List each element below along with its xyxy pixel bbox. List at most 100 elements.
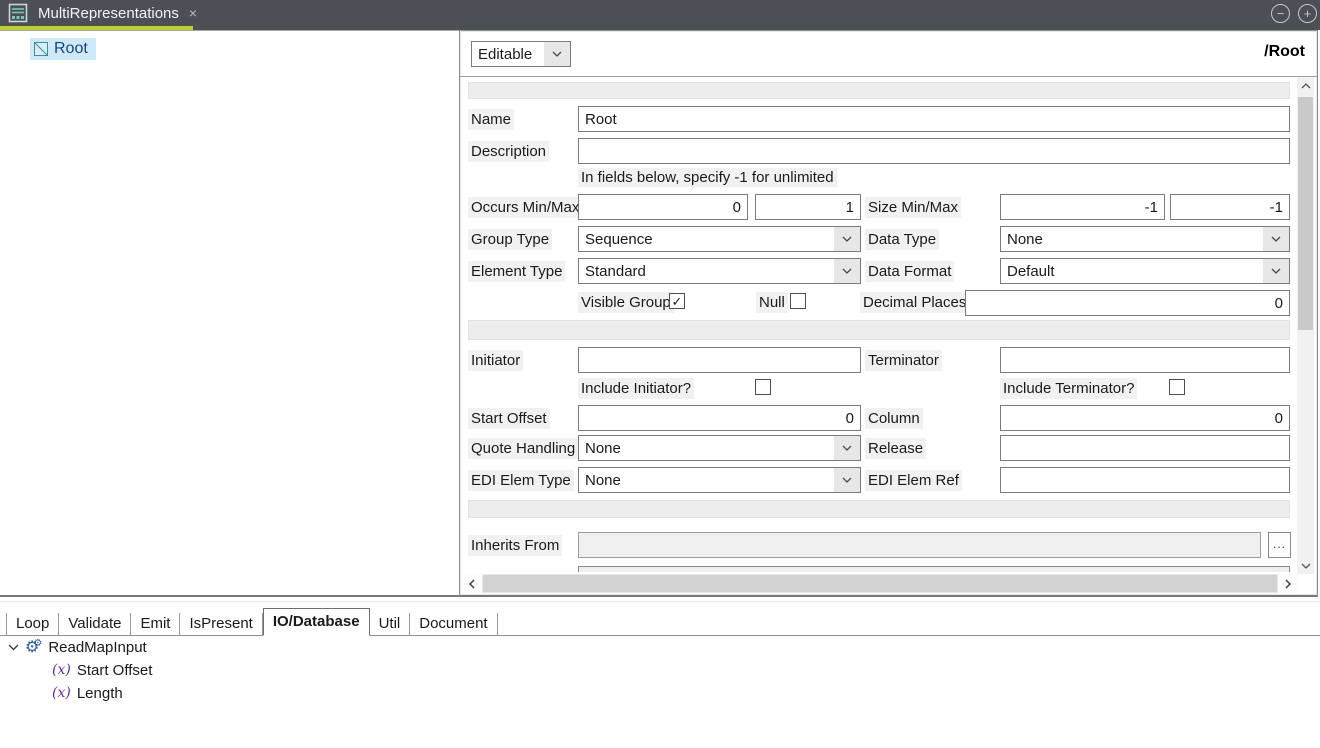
document-tab[interactable]: MultiRepresentations × [0, 0, 200, 26]
include-initiator-label: Include Initiator? [578, 378, 694, 399]
vertical-scrollbar[interactable] [1297, 77, 1314, 574]
vertical-scroll-thumb[interactable] [1298, 97, 1313, 330]
initiator-input[interactable] [578, 347, 861, 373]
inherits-from-browse-button[interactable]: ... [1268, 532, 1291, 558]
inherits-from-label: Inherits From [468, 535, 562, 556]
tab-io-database[interactable]: IO/Database [263, 608, 370, 636]
properties-form: Name Description In fields below, specif… [460, 77, 1317, 595]
release-input[interactable] [1000, 435, 1290, 461]
edi-elem-type-select[interactable]: None [578, 467, 861, 493]
chevron-down-icon [834, 259, 860, 283]
parameter-icon: (x) [52, 662, 71, 678]
release-label: Release [865, 438, 926, 459]
tab-util[interactable]: Util [370, 613, 411, 635]
column-label: Column [865, 408, 923, 429]
size-label: Size Min/Max [865, 197, 961, 218]
tree-item-root[interactable]: Root [30, 38, 96, 60]
terminator-input[interactable] [1000, 347, 1290, 373]
null-checkbox[interactable] [790, 293, 806, 309]
tree-item-label: Start Offset [77, 662, 153, 679]
edi-elem-ref-input[interactable] [1000, 467, 1290, 493]
element-type-label: Element Type [468, 261, 565, 282]
data-type-label: Data Type [865, 229, 939, 250]
chevron-down-icon [834, 227, 860, 251]
decimal-places-input[interactable] [965, 290, 1290, 316]
zoom-out-button[interactable]: − [1271, 4, 1290, 23]
scroll-left-icon[interactable] [462, 574, 482, 593]
inherits-from-input [578, 532, 1261, 558]
tab-loop[interactable]: Loop [6, 613, 59, 635]
size-min-input[interactable] [1000, 194, 1165, 220]
group-node-icon [34, 42, 48, 56]
visible-group-label: Visible Group [578, 292, 674, 313]
element-type-select[interactable]: Standard [578, 258, 861, 284]
start-offset-label: Start Offset [468, 408, 550, 429]
size-max-input[interactable] [1170, 194, 1290, 220]
tree-item-readmapinput[interactable]: ⚙⚙ ReadMapInput [8, 637, 147, 657]
edit-mode-select[interactable]: Editable [471, 41, 571, 67]
edi-elem-type-label: EDI Elem Type [468, 470, 574, 491]
data-format-select[interactable]: Default [1000, 258, 1290, 284]
document-tab-title: MultiRepresentations [38, 5, 179, 22]
section-separator [468, 320, 1290, 340]
column-input[interactable] [1000, 405, 1290, 431]
quote-handling-select[interactable]: None [578, 435, 861, 461]
close-icon[interactable]: × [189, 6, 197, 20]
gears-icon: ⚙⚙ [25, 637, 42, 657]
group-type-select[interactable]: Sequence [578, 226, 861, 252]
data-format-label: Data Format [865, 261, 954, 282]
tree-item-label: ReadMapInput [48, 639, 146, 656]
start-offset-input[interactable] [578, 405, 861, 431]
chevron-down-icon [1263, 259, 1289, 283]
scroll-up-icon[interactable] [1297, 77, 1314, 94]
tab-validate[interactable]: Validate [59, 613, 131, 635]
include-terminator-label: Include Terminator? [1000, 378, 1137, 399]
group-type-label: Group Type [468, 229, 552, 250]
horizontal-scroll-thumb[interactable] [483, 575, 1277, 592]
tab-emit[interactable]: Emit [131, 613, 180, 635]
horizontal-scrollbar[interactable] [462, 574, 1298, 593]
include-initiator-checkbox[interactable] [755, 379, 771, 395]
chevron-down-icon [834, 436, 860, 460]
panel-splitter [0, 601, 1320, 602]
check-icon: ✓ [672, 295, 683, 308]
document-tab-bar: MultiRepresentations × − + [0, 0, 1320, 30]
tree-item-length[interactable]: (x) Length [52, 683, 123, 703]
tree-item-label: Root [54, 40, 88, 58]
name-input[interactable] [578, 106, 1290, 132]
quote-handling-label: Quote Handling [468, 438, 578, 459]
chevron-down-icon[interactable] [8, 644, 19, 651]
initiator-label: Initiator [468, 350, 523, 371]
include-terminator-checkbox[interactable] [1169, 379, 1185, 395]
minus-icon: − [1277, 7, 1285, 20]
tab-document[interactable]: Document [410, 613, 497, 635]
parameter-icon: (x) [52, 685, 71, 701]
decimal-places-label: Decimal Places [860, 292, 969, 313]
unlimited-hint: In fields below, specify -1 for unlimite… [578, 168, 837, 187]
edit-mode-value: Editable [472, 42, 544, 66]
plus-icon: + [1304, 7, 1312, 20]
description-input[interactable] [578, 138, 1290, 164]
clipped-field [578, 566, 1290, 572]
function-tabs: Loop Validate Emit IsPresent IO/Database… [0, 610, 1320, 636]
section-separator [468, 82, 1290, 99]
properties-header: Editable /Root [460, 31, 1317, 77]
properties-panel: Editable /Root Name Description In field… [459, 30, 1318, 597]
tree-item-start-offset[interactable]: (x) Start Offset [52, 660, 152, 680]
data-type-select[interactable]: None [1000, 226, 1290, 252]
section-separator [468, 500, 1290, 518]
null-label: Null [756, 292, 788, 313]
scroll-right-icon[interactable] [1278, 574, 1298, 593]
zoom-in-button[interactable]: + [1298, 4, 1317, 23]
description-label: Description [468, 141, 549, 162]
visible-group-checkbox[interactable]: ✓ [669, 293, 685, 309]
scroll-down-icon[interactable] [1297, 557, 1314, 574]
terminator-label: Terminator [865, 350, 942, 371]
chevron-down-icon [1263, 227, 1289, 251]
occurs-min-input[interactable] [578, 194, 748, 220]
map-document-icon [8, 3, 28, 23]
occurs-max-input[interactable] [755, 194, 861, 220]
occurs-label: Occurs Min/Max [468, 197, 582, 218]
tab-ispresent[interactable]: IsPresent [180, 613, 262, 635]
chevron-down-icon [834, 468, 860, 492]
